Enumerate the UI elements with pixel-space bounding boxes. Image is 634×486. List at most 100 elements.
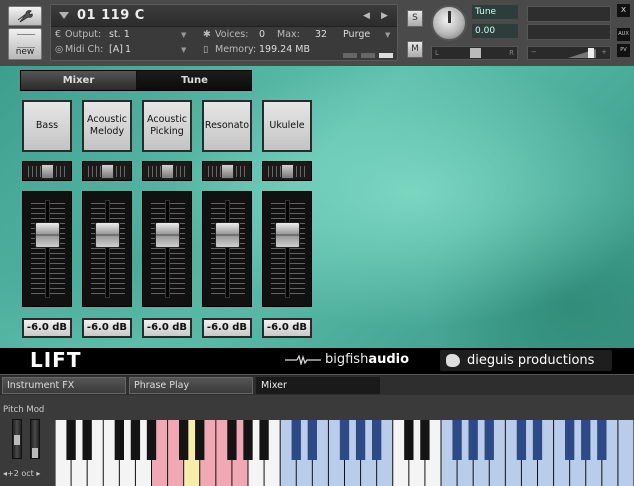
channel-fader-ukulele[interactable]: [262, 191, 312, 307]
pitch-wheel[interactable]: [12, 419, 22, 459]
midi-dropdown-icon[interactable]: ▼: [181, 46, 186, 54]
channel-level-acoustic-picking[interactable]: -6.0 dB: [142, 318, 192, 338]
pan-thumb[interactable]: [161, 164, 174, 179]
midi-port[interactable]: [A]: [109, 44, 123, 55]
output-dropdown-icon[interactable]: ▼: [181, 31, 186, 39]
tab-mixer[interactable]: Mixer: [21, 71, 136, 90]
black-key[interactable]: [581, 420, 591, 460]
volume-slider-thumb[interactable]: [588, 48, 594, 58]
black-key[interactable]: [452, 420, 462, 460]
black-key[interactable]: [146, 420, 157, 460]
midi-label: Midi Ch:: [65, 44, 104, 55]
pan-slider-thumb[interactable]: [470, 48, 481, 58]
black-key[interactable]: [259, 420, 269, 460]
channel-level-bass[interactable]: -6.0 dB: [22, 318, 72, 338]
wrench-button[interactable]: [8, 6, 42, 26]
next-instrument-icon[interactable]: ▶: [381, 11, 388, 21]
piano-keyboard[interactable]: [55, 420, 634, 486]
tune-value[interactable]: 0.00: [472, 24, 518, 38]
pan-thumb[interactable]: [281, 164, 294, 179]
pan-left-label: L: [435, 49, 439, 57]
producer-seal-icon: [446, 354, 460, 367]
black-key[interactable]: [404, 420, 414, 460]
channel-fader-resonato[interactable]: [202, 191, 252, 307]
channel-pan-ukulele[interactable]: [262, 161, 312, 181]
channel-pan-acoustic-picking[interactable]: [142, 161, 192, 181]
black-key[interactable]: [179, 420, 189, 460]
black-key[interactable]: [355, 420, 366, 460]
pan-right-label: R: [509, 49, 514, 57]
channel-pan-resonato[interactable]: [202, 161, 252, 181]
pan-slider[interactable]: L R: [431, 46, 518, 60]
channel-button-bass[interactable]: Bass: [22, 100, 72, 152]
instrument-name[interactable]: 01 119 C: [77, 8, 145, 23]
collapse-arrow-icon[interactable]: [59, 12, 69, 19]
black-key[interactable]: [339, 420, 350, 460]
fader-cap[interactable]: [155, 222, 180, 248]
black-key[interactable]: [243, 420, 253, 460]
fader-cap[interactable]: [95, 222, 120, 248]
purge-meter-1: [343, 53, 357, 58]
black-key[interactable]: [597, 420, 607, 460]
channel-level-ukulele[interactable]: -6.0 dB: [262, 318, 312, 338]
channel-button-resonato[interactable]: Resonato: [202, 100, 252, 152]
channel-button-ukulele[interactable]: Ukulele: [262, 100, 312, 152]
tab-mixer-script[interactable]: Mixer: [256, 377, 380, 394]
fader-slot: [105, 200, 110, 298]
producer-name: dieguis productions: [467, 353, 595, 368]
purge-menu[interactable]: Purge: [343, 29, 370, 40]
octave-shift[interactable]: ◂+2 oct ▸: [3, 469, 40, 478]
channel-fader-acoustic-melody[interactable]: [82, 191, 132, 307]
tab-phrase-play[interactable]: Phrase Play: [129, 377, 253, 394]
channel-fader-bass[interactable]: [22, 191, 72, 307]
black-key[interactable]: [516, 420, 527, 460]
fader-cap[interactable]: [35, 222, 60, 248]
channel-pan-acoustic-melody[interactable]: [82, 161, 132, 181]
tune-knob[interactable]: [431, 5, 467, 41]
black-key[interactable]: [532, 420, 543, 460]
black-key[interactable]: [307, 420, 317, 460]
purge-dropdown-icon[interactable]: ▼: [385, 31, 390, 39]
fader-cap[interactable]: [275, 222, 300, 248]
channel-button-acoustic-melody[interactable]: Acoustic Melody: [82, 100, 132, 152]
midi-channel[interactable]: 1: [125, 44, 131, 55]
solo-button[interactable]: S: [407, 10, 423, 27]
channel-fader-acoustic-picking[interactable]: [142, 191, 192, 307]
channel-pan-bass[interactable]: [22, 161, 72, 181]
black-key[interactable]: [372, 420, 382, 460]
close-instrument-button[interactable]: x: [617, 4, 630, 17]
fader-cap[interactable]: [215, 222, 240, 248]
pan-thumb[interactable]: [101, 164, 114, 179]
black-key[interactable]: [114, 420, 124, 460]
black-key[interactable]: [227, 420, 237, 460]
black-key[interactable]: [484, 420, 494, 460]
black-key[interactable]: [195, 420, 205, 460]
black-key[interactable]: [468, 420, 478, 460]
new-instrument-button[interactable]: new: [8, 28, 42, 60]
black-key[interactable]: [82, 420, 92, 460]
mod-wheel-knob[interactable]: [32, 448, 38, 458]
tab-tune[interactable]: Tune: [137, 71, 252, 90]
channel-level-acoustic-melody[interactable]: -6.0 dB: [82, 318, 132, 338]
mod-wheel[interactable]: [30, 419, 40, 459]
mute-button[interactable]: M: [407, 41, 423, 58]
black-key[interactable]: [66, 420, 76, 460]
pv-button[interactable]: PV: [617, 44, 630, 57]
tab-instrument-fx[interactable]: Instrument FX: [2, 377, 126, 394]
black-key[interactable]: [565, 420, 575, 460]
max-voices-value[interactable]: 32: [315, 29, 327, 40]
white-key[interactable]: [618, 420, 634, 486]
volume-slider[interactable]: − +: [527, 46, 611, 60]
black-key[interactable]: [130, 420, 141, 460]
pan-thumb[interactable]: [41, 164, 54, 179]
output-select[interactable]: st. 1: [109, 29, 130, 40]
aux-button[interactable]: AUX: [617, 28, 630, 41]
purge-meter-2: [361, 53, 375, 58]
pan-thumb[interactable]: [221, 164, 234, 179]
prev-instrument-icon[interactable]: ◀: [363, 11, 370, 21]
channel-button-acoustic-picking[interactable]: Acoustic Picking: [142, 100, 192, 152]
black-key[interactable]: [291, 420, 301, 460]
pitch-wheel-knob[interactable]: [14, 435, 20, 445]
black-key[interactable]: [420, 420, 430, 460]
channel-level-resonato[interactable]: -6.0 dB: [202, 318, 252, 338]
